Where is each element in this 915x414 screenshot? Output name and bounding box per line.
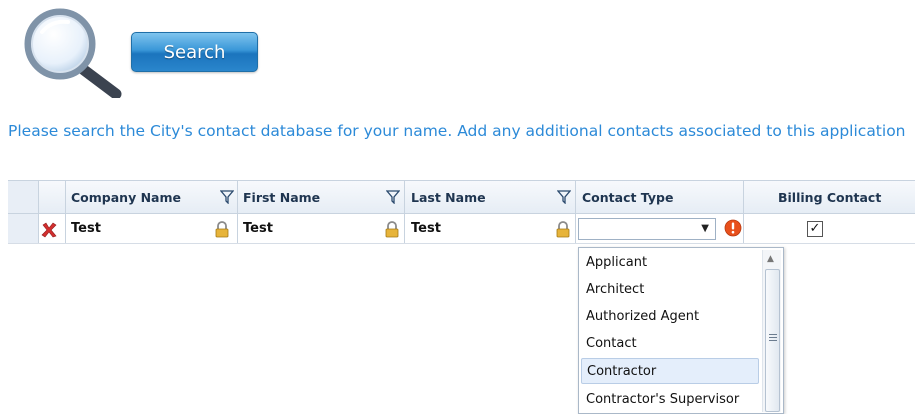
dropdown-option[interactable]: Applicant (581, 249, 759, 275)
first-name-cell: Test (243, 221, 273, 236)
instructions-text: Please search the City's contact databas… (8, 122, 906, 140)
contacts-grid: Company Name First Name Last Name Contac… (8, 180, 915, 245)
dropdown-option[interactable]: Contractor's Supervisor (581, 386, 759, 412)
dropdown-option[interactable]: Architect (581, 276, 759, 302)
chevron-down-icon[interactable]: ▼ (701, 223, 709, 234)
scroll-thumb[interactable] (765, 269, 780, 412)
dropdown-option[interactable]: Authorized Agent (581, 303, 759, 329)
scroll-up-icon[interactable]: ▲ (767, 254, 774, 264)
column-header-first-name[interactable]: First Name (243, 181, 320, 213)
grip-icon (769, 334, 777, 343)
last-name-cell: Test (411, 221, 441, 236)
filter-icon[interactable] (220, 190, 234, 204)
contact-type-dropdown: Applicant Architect Authorized Agent Con… (578, 247, 784, 414)
column-header-company-name[interactable]: Company Name (71, 181, 181, 213)
dropdown-option-hovered[interactable]: Contractor (581, 358, 759, 384)
dropdown-option[interactable]: Contact (581, 330, 759, 356)
row-selector[interactable] (8, 214, 38, 243)
column-header-billing-contact[interactable]: Billing Contact (778, 181, 881, 213)
magnifier-icon (24, 8, 122, 98)
required-alert-icon (724, 219, 742, 237)
grid-header-row: Company Name First Name Last Name Contac… (8, 180, 915, 214)
company-name-cell: Test (71, 221, 101, 236)
lock-icon (556, 221, 570, 238)
column-header-last-name[interactable]: Last Name (411, 181, 486, 213)
table-row: Test Test Test ▼ ✓ (8, 214, 915, 244)
row-selector-header (8, 181, 38, 213)
dropdown-scrollbar[interactable]: ▲ (762, 250, 781, 412)
contact-type-select[interactable]: ▼ (578, 218, 716, 240)
filter-icon[interactable] (557, 190, 571, 204)
lock-icon (215, 221, 229, 238)
search-button[interactable]: Search (131, 32, 258, 72)
column-header-contact-type[interactable]: Contact Type (582, 181, 673, 213)
billing-contact-checkbox[interactable]: ✓ (807, 221, 823, 237)
delete-icon[interactable] (41, 222, 57, 238)
filter-icon[interactable] (386, 190, 400, 204)
lock-icon (385, 221, 399, 238)
